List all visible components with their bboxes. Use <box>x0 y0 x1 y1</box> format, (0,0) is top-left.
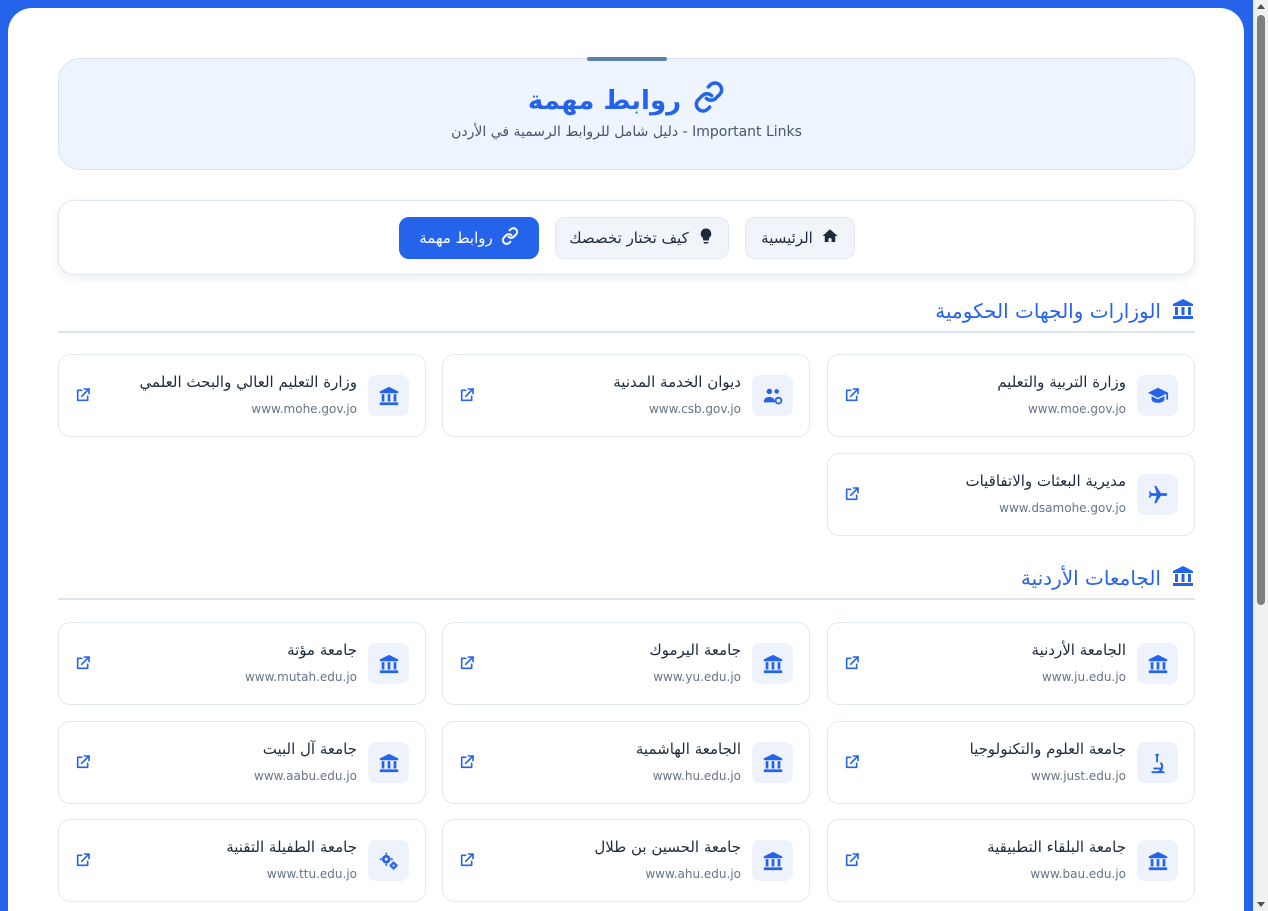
link-card-moe[interactable]: وزارة التربية والتعليم www.moe.gov.jo <box>827 354 1195 437</box>
link-card-title: الجامعة الهاشمية <box>635 740 741 758</box>
link-card-url[interactable]: www.hu.edu.jo <box>653 769 741 783</box>
link-card-url[interactable]: www.yu.edu.jo <box>653 670 741 684</box>
header-accent-bar <box>587 57 667 61</box>
external-link-icon[interactable] <box>459 655 475 671</box>
page-subtitle: Important Links - دليل شامل للروابط الرس… <box>451 124 802 140</box>
link-card-url[interactable]: www.moe.gov.jo <box>1028 402 1126 416</box>
scroll-down-arrow-icon[interactable] <box>1257 902 1265 907</box>
external-link-icon[interactable] <box>459 387 475 403</box>
main-nav: الرئيسية كيف تختار تخصصك روابط مهمة <box>58 200 1195 275</box>
link-card-url[interactable]: www.mutah.edu.jo <box>245 670 357 684</box>
link-card-title: جامعة الطفيلة التقنية <box>226 838 357 856</box>
link-icon <box>693 81 725 120</box>
section-heading-government: الوزارات والجهات الحكومية <box>58 291 1195 333</box>
link-card-ahu[interactable]: جامعة الحسين بن طلال www.ahu.edu.jo <box>442 819 810 902</box>
lightbulb-icon <box>697 227 715 249</box>
page-header: روابط مهمة Important Links - دليل شامل ل… <box>58 57 1195 170</box>
institution-icon <box>368 643 409 684</box>
link-card-dsamohe[interactable]: مديرية البعثات والاتفاقيات www.dsamohe.g… <box>827 453 1195 536</box>
link-card-mutah[interactable]: جامعة مؤتة www.mutah.edu.jo <box>58 622 426 705</box>
cogs-icon <box>368 840 409 881</box>
link-card-ttu[interactable]: جامعة الطفيلة التقنية www.ttu.edu.jo <box>58 819 426 902</box>
link-card-title: جامعة العلوم والتكنولوجيا <box>969 740 1126 758</box>
institution-icon <box>368 375 409 416</box>
link-card-url[interactable]: www.ttu.edu.jo <box>267 867 357 881</box>
link-card-title: مديرية البعثات والاتفاقيات <box>965 472 1126 490</box>
external-link-icon[interactable] <box>844 655 860 671</box>
institution-icon <box>752 840 793 881</box>
external-link-icon[interactable] <box>844 754 860 770</box>
institution-icon <box>1137 840 1178 881</box>
external-link-icon[interactable] <box>844 852 860 868</box>
link-card-title: جامعة الحسين بن طلال <box>594 838 741 856</box>
nav-choose-major-label: كيف تختار تخصصك <box>569 229 689 247</box>
graduation-cap-icon <box>1137 375 1178 416</box>
institution-icon <box>1171 297 1195 326</box>
link-card-title: جامعة مؤتة <box>287 641 357 659</box>
link-card-title: الجامعة الأردنية <box>1031 641 1126 659</box>
nav-home-label: الرئيسية <box>761 229 813 247</box>
nav-home-button[interactable]: الرئيسية <box>745 217 855 259</box>
link-card-url[interactable]: www.csb.gov.jo <box>649 402 741 416</box>
scroll-up-arrow-icon[interactable] <box>1257 4 1265 9</box>
link-card-url[interactable]: www.dsamohe.gov.jo <box>999 501 1126 515</box>
institution-icon <box>752 742 793 783</box>
link-card-url[interactable]: www.ahu.edu.jo <box>645 867 741 881</box>
institution-icon <box>1171 564 1195 593</box>
link-card-mohe[interactable]: وزارة التعليم العالي والبحث العلمي www.m… <box>58 354 426 437</box>
section-title: الجامعات الأردنية <box>1020 566 1161 590</box>
external-link-icon[interactable] <box>459 852 475 868</box>
link-card-url[interactable]: www.aabu.edu.jo <box>254 769 357 783</box>
page-title: روابط مهمة <box>59 81 1194 120</box>
external-link-icon[interactable] <box>844 387 860 403</box>
link-card-csb[interactable]: ديوان الخدمة المدنية www.csb.gov.jo <box>442 354 810 437</box>
link-card-aabu[interactable]: جامعة آل البيت www.aabu.edu.jo <box>58 721 426 804</box>
nav-important-links-label: روابط مهمة <box>419 229 493 247</box>
section-title: الوزارات والجهات الحكومية <box>935 299 1161 323</box>
external-link-icon[interactable] <box>75 852 91 868</box>
section-heading-universities: الجامعات الأردنية <box>58 558 1195 600</box>
institution-icon <box>752 643 793 684</box>
institution-icon <box>1137 643 1178 684</box>
link-card-url[interactable]: www.mohe.gov.jo <box>251 402 357 416</box>
link-card-ju[interactable]: الجامعة الأردنية www.ju.edu.jo <box>827 622 1195 705</box>
link-card-title: جامعة اليرموك <box>649 641 741 659</box>
nav-choose-major-button[interactable]: كيف تختار تخصصك <box>555 217 729 259</box>
link-card-yu[interactable]: جامعة اليرموك www.yu.edu.jo <box>442 622 810 705</box>
institution-icon <box>368 742 409 783</box>
link-card-title: وزارة التربية والتعليم <box>997 373 1126 391</box>
nav-important-links-button[interactable]: روابط مهمة <box>399 217 539 259</box>
link-card-just[interactable]: جامعة العلوم والتكنولوجيا www.just.edu.j… <box>827 721 1195 804</box>
external-link-icon[interactable] <box>459 754 475 770</box>
link-card-title: جامعة آل البيت <box>262 740 357 758</box>
external-link-icon[interactable] <box>844 486 860 502</box>
users-cog-icon <box>752 375 793 416</box>
link-card-title: جامعة البلقاء التطبيقية <box>987 838 1126 856</box>
link-card-url[interactable]: www.ju.edu.jo <box>1042 670 1126 684</box>
plane-icon <box>1137 474 1178 515</box>
external-link-icon[interactable] <box>75 754 91 770</box>
link-icon <box>501 227 519 249</box>
microscope-icon <box>1137 742 1178 783</box>
scrollbar-thumb[interactable] <box>1257 15 1265 605</box>
link-card-url[interactable]: www.just.edu.jo <box>1031 769 1126 783</box>
page-container: روابط مهمة Important Links - دليل شامل ل… <box>8 8 1244 911</box>
link-card-title: وزارة التعليم العالي والبحث العلمي <box>139 373 357 391</box>
link-card-url[interactable]: www.bau.edu.jo <box>1030 867 1126 881</box>
external-link-icon[interactable] <box>75 655 91 671</box>
home-icon <box>821 227 839 249</box>
page-title-text: روابط مهمة <box>527 85 682 116</box>
link-card-title: ديوان الخدمة المدنية <box>613 373 741 391</box>
link-card-hu[interactable]: الجامعة الهاشمية www.hu.edu.jo <box>442 721 810 804</box>
vertical-scrollbar[interactable] <box>1253 0 1268 911</box>
link-card-bau[interactable]: جامعة البلقاء التطبيقية www.bau.edu.jo <box>827 819 1195 902</box>
external-link-icon[interactable] <box>75 387 91 403</box>
